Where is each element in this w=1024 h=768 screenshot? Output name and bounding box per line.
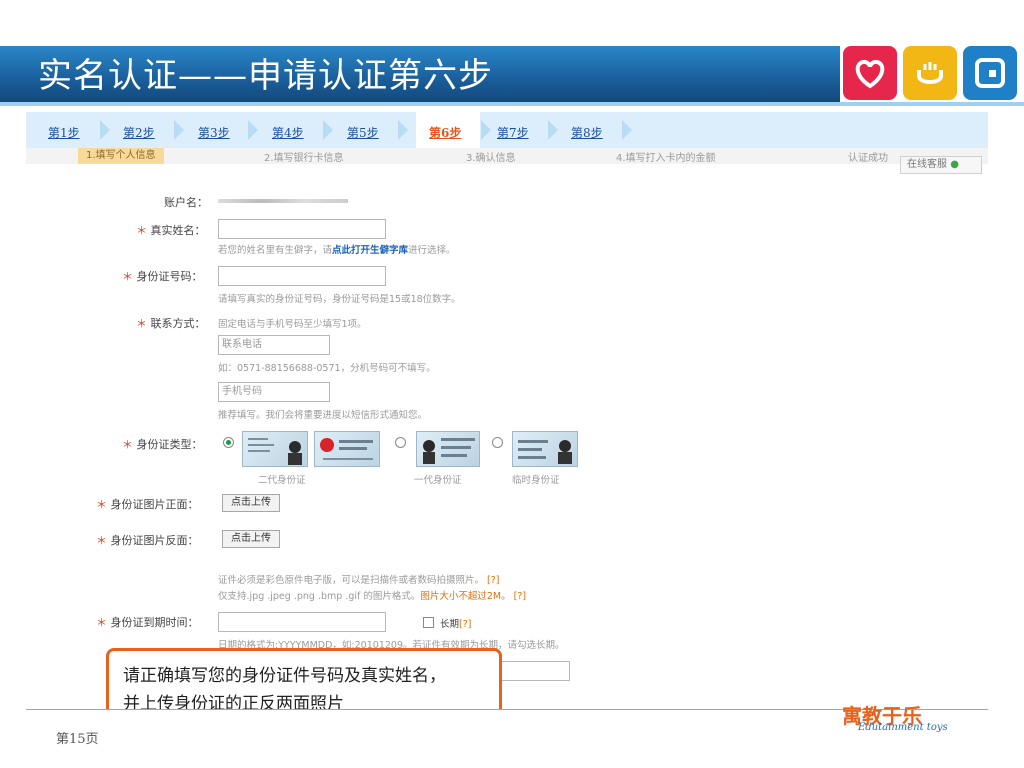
- chevron-right-icon: [481, 120, 491, 140]
- slide-title: 实名认证——申请认证第六步: [38, 56, 493, 96]
- status-dot-icon: ●: [950, 159, 959, 170]
- chevron-right-icon: [622, 120, 632, 140]
- contact-hint: 固定电话与手机号码至少填写1项。: [218, 319, 367, 330]
- page-number: 第15页: [56, 732, 99, 747]
- substep-3: 3.确认信息: [466, 153, 516, 164]
- screenshot-region: 第1步 第2步 第3步 第4步 第5步 第6步 第7步 第8步 1.填写个人信息…: [26, 106, 988, 710]
- chevron-right-icon: [323, 120, 333, 140]
- step-6[interactable]: 第6步: [429, 124, 461, 141]
- id-expiry-input[interactable]: [218, 612, 386, 632]
- chevron-right-icon: [248, 120, 258, 140]
- substep-4: 4.填写打入卡内的金额: [616, 153, 716, 164]
- upload-back-button[interactable]: 点击上传: [222, 530, 280, 548]
- phone-input[interactable]: 联系电话: [218, 335, 330, 355]
- required-mark: ＊: [96, 498, 111, 511]
- id-card-temporary-image: [512, 431, 578, 467]
- required-mark: ＊: [96, 616, 111, 629]
- id-type-option-1: 二代身份证: [258, 475, 306, 486]
- id-number-label: ＊ 身份证号码：: [122, 268, 203, 284]
- account-label: 账户名：: [164, 196, 208, 209]
- chevron-right-icon: [100, 120, 110, 140]
- real-name-label: ＊ 真实姓名：: [136, 222, 206, 238]
- chevron-right-icon: [174, 120, 184, 140]
- mobile-input[interactable]: 手机号码: [218, 382, 330, 402]
- id-front-label-text: 身份证图片正面：: [110, 498, 199, 511]
- step-bar: 第1步 第2步 第3步 第4步 第5步 第6步 第7步 第8步: [26, 112, 988, 148]
- callout-line-2: 并上传身份证的正反两面照片: [123, 694, 344, 710]
- long-term-label-text: 长期: [440, 619, 460, 630]
- callout-line-1: 请正确填写您的身份证件号码及真实姓名，: [123, 666, 446, 686]
- long-term-checkbox[interactable]: [423, 617, 434, 628]
- step-5[interactable]: 第5步: [347, 124, 379, 141]
- id-card-1st-gen-image: [416, 431, 480, 467]
- mobile-hint: 推荐填写。我们会将重要进度以短信形式通知您。: [218, 410, 428, 421]
- real-name-hint-prefix: 若您的姓名里有生僻字，请: [218, 245, 333, 256]
- id-back-label: ＊ 身份证图片反面：: [96, 532, 199, 548]
- brand-tagline: Edutainment toys: [858, 722, 948, 733]
- instruction-callout: 请正确填写您的身份证件号码及真实姓名， 并上传身份证的正反两面照片: [106, 648, 502, 710]
- id-type-label: ＊ 身份证类型：: [122, 436, 203, 452]
- id-type-label-text: 身份证类型：: [136, 438, 203, 451]
- id-type-option-2: 一代身份证: [414, 475, 462, 486]
- required-mark: ＊: [122, 438, 137, 451]
- slide: 实名认证——申请认证第六步 第1步 第2步 第3步 第4步 第5步 第6步 第7…: [0, 0, 1024, 768]
- step-3[interactable]: 第3步: [198, 124, 230, 141]
- online-service-label: 在线客服: [907, 159, 947, 170]
- id-type-radio-1st-gen[interactable]: [395, 437, 406, 448]
- contact-label-text: 联系方式：: [150, 317, 206, 330]
- real-name-hint: 若您的姓名里有生僻字，请点此打开生僻字库进行选择。: [218, 242, 456, 256]
- substep-bar: 1.填写个人信息 2.填写银行卡信息 3.确认信息 4.填写打入卡内的金额 认证…: [26, 148, 988, 164]
- square-icon: [963, 46, 1017, 100]
- substep-1: 1.填写个人信息: [78, 148, 164, 164]
- required-mark: ＊: [122, 270, 137, 283]
- contact-label: ＊ 联系方式：: [136, 315, 206, 331]
- phone-hint: 如：0571-88156688-0571，分机号码可不填写。: [218, 363, 436, 374]
- id-expiry-label: ＊ 身份证到期时间：: [96, 614, 199, 630]
- real-name-hint-suffix: 进行选择。: [408, 245, 456, 256]
- id-card-back-image: [314, 431, 380, 467]
- help-icon[interactable]: [?]: [514, 591, 526, 602]
- required-mark: ＊: [136, 317, 151, 330]
- substep-5: 认证成功: [848, 153, 888, 164]
- substep-2: 2.填写银行卡信息: [264, 153, 344, 164]
- id-number-input[interactable]: [218, 266, 386, 286]
- upload-hint-2-text: 仅支持.jpg .jpeg .png .bmp .gif 的图片格式。: [218, 591, 421, 602]
- long-term-label: 长期[?]: [440, 616, 471, 630]
- rare-char-library-link[interactable]: 点此打开生僻字库: [332, 245, 408, 256]
- account-value-masked: [218, 199, 348, 203]
- upload-hint-2: 仅支持.jpg .jpeg .png .bmp .gif 的图片格式。图片大小不…: [218, 588, 526, 602]
- real-name-label-text: 真实姓名：: [150, 224, 206, 237]
- chevron-right-icon: [398, 120, 408, 140]
- id-number-hint: 请填写真实的身份证号码，身份证号码是15或18位数字。: [218, 294, 461, 305]
- heart-icon: [843, 46, 897, 100]
- hand-icon: [903, 46, 957, 100]
- id-card-front-image: [242, 431, 308, 467]
- step-7[interactable]: 第7步: [497, 124, 529, 141]
- id-type-radio-temporary[interactable]: [492, 437, 503, 448]
- online-service-button[interactable]: 在线客服 ●: [900, 156, 982, 174]
- id-type-option-3: 临时身份证: [512, 475, 560, 486]
- step-8[interactable]: 第8步: [571, 124, 603, 141]
- upload-hint-1-text: 证件必须是彩色原件电子版，可以是扫描件或者数码拍摄照片。: [218, 575, 485, 586]
- id-front-label: ＊ 身份证图片正面：: [96, 496, 199, 512]
- step-4[interactable]: 第4步: [272, 124, 304, 141]
- upload-hint-1: 证件必须是彩色原件电子版，可以是扫描件或者数码拍摄照片。 [?]: [218, 572, 500, 586]
- id-number-label-text: 身份证号码：: [136, 270, 203, 283]
- step-1[interactable]: 第1步: [48, 124, 80, 141]
- help-icon[interactable]: [?]: [459, 619, 471, 630]
- required-mark: ＊: [96, 534, 111, 547]
- id-expiry-label-text: 身份证到期时间：: [110, 616, 199, 629]
- id-back-label-text: 身份证图片反面：: [110, 534, 199, 547]
- help-icon[interactable]: [?]: [487, 575, 499, 586]
- required-mark: ＊: [136, 224, 151, 237]
- id-type-radio-2nd-gen[interactable]: [223, 437, 234, 448]
- chevron-right-icon: [548, 120, 558, 140]
- real-name-input[interactable]: [218, 219, 386, 239]
- step-2[interactable]: 第2步: [123, 124, 155, 141]
- upload-front-button[interactable]: 点击上传: [222, 494, 280, 512]
- size-limit-warning: 图片大小不超过2M。: [420, 591, 511, 602]
